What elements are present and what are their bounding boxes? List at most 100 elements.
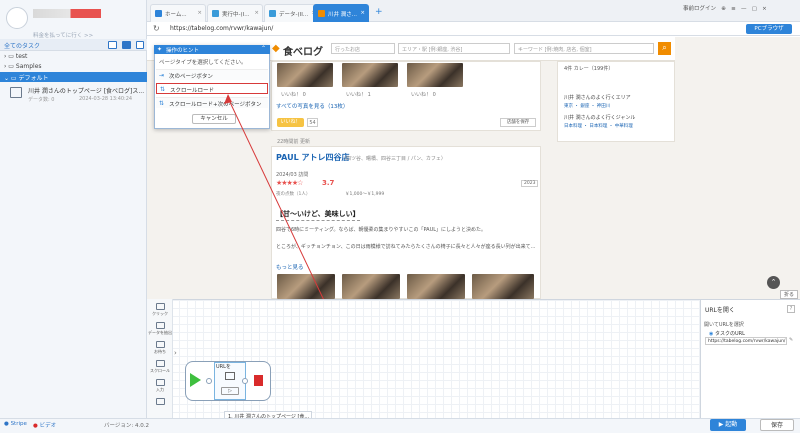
wait-icon [155, 341, 165, 348]
frequent-area-links[interactable]: 東京 ・ 銀座 ・ 神田川 [564, 103, 610, 109]
hint-description: ページタイプを選択してください。 [159, 60, 247, 66]
save-store-button[interactable]: 店舗を保存 [500, 118, 536, 127]
scroll-icon [155, 360, 165, 367]
export-icon[interactable] [136, 41, 144, 49]
collapse-toolbar-icon[interactable]: › [174, 349, 177, 357]
settings-title: URLを開く [705, 307, 735, 314]
tree-item-label: test [15, 53, 28, 60]
tab-label: データ-(II... [279, 12, 309, 18]
frequent-genre-links[interactable]: 日本料理 ・ 日本料理 ・ 中華料理 [564, 123, 633, 129]
tab-running[interactable]: 実行中-(I... × [207, 4, 263, 22]
tabelog-logo[interactable]: 食べログ [283, 43, 323, 58]
new-task-icon[interactable] [108, 41, 117, 49]
next-page-icon: ⇥ [159, 72, 165, 79]
pre-login-label: 事前ログイン [683, 6, 717, 12]
tab-data[interactable]: データ-(II...× [264, 4, 320, 22]
avatar[interactable] [6, 7, 28, 29]
area-search-input[interactable]: エリア・駅 [例:銀座, 渋谷] [398, 43, 510, 54]
review-photo[interactable] [342, 63, 398, 87]
lightbulb-icon: ✦ [157, 46, 163, 53]
more-icon [155, 398, 165, 405]
node-label: URLを [216, 364, 231, 370]
version-label: バージョン: 4.0.2 [104, 423, 149, 429]
tool-wait[interactable]: お待ち [148, 341, 172, 355]
tab-label: 実行中-(I... [222, 12, 250, 18]
all-tasks-label[interactable]: 全てのタスク [4, 41, 40, 50]
upgrade-link[interactable]: 料金を払ってに行く >> [33, 31, 93, 39]
url-select-label: 開いてURLを選択 [704, 322, 744, 328]
review-photo[interactable] [407, 274, 465, 299]
end-node-icon[interactable] [254, 375, 263, 386]
option-label: 次のページボタン [169, 74, 213, 80]
edit-icon[interactable]: ✎ [789, 337, 793, 343]
close-icon[interactable]: × [254, 10, 259, 16]
pre-login-button[interactable]: 事前ログイン ⊕ ≡ — ▢ × [683, 4, 767, 12]
reviewer-side-panel [557, 61, 675, 142]
scroll-icon: ⇅ [160, 86, 166, 93]
pc-browser-dropdown[interactable]: PCブラウザ [746, 24, 792, 34]
scroll-top-icon[interactable]: ⌃ [767, 276, 780, 289]
review-photo[interactable] [407, 63, 463, 87]
frequent-area-title: 川井 潤さんのよく行くエリア [564, 95, 631, 101]
tool-label: お待ち [154, 349, 166, 354]
keyword-search-input[interactable]: キーワード [例:焼肉, 店名, 個室] [514, 43, 654, 54]
price-range: ￥1,000～￥1,999 [345, 192, 385, 197]
tool-label: クリック [152, 311, 168, 316]
tab-kawajun[interactable]: 川井 潤さ... × [313, 4, 369, 22]
start-node-icon[interactable] [190, 373, 201, 387]
task-date: 2024-03-28 13:40:24 [79, 96, 133, 102]
option-next-page-button[interactable]: ⇥ 次のページボタン [156, 69, 268, 80]
task-data-count: データ数: 0 [28, 97, 55, 103]
run-button[interactable]: ▶ 起動 [710, 419, 746, 431]
tool-extract-data[interactable]: データを抽出 [148, 322, 172, 336]
help-icon[interactable]: ? [787, 305, 795, 313]
visited-shops-select[interactable]: 行ったお店 [331, 43, 395, 54]
browser-icon [225, 372, 235, 380]
home-icon [155, 10, 162, 17]
tool-more[interactable] [148, 398, 172, 406]
close-icon[interactable]: × [197, 10, 202, 16]
year-badge: 2023 [521, 180, 539, 187]
tool-click[interactable]: クリック [148, 303, 172, 317]
connector-icon [206, 378, 212, 384]
new-tab-button[interactable]: + [375, 7, 383, 17]
collapse-icon[interactable]: ⌃ [261, 45, 266, 52]
side-category-count[interactable]: 4件 カレー（199件） [564, 65, 613, 72]
node-settings-panel [700, 299, 800, 418]
import-icon[interactable] [122, 41, 131, 49]
tabelog-logo-icon: ◆ [272, 43, 280, 54]
tree-item-test[interactable]: › ▭ test [4, 53, 27, 60]
task-icon [10, 87, 22, 98]
task-url-field[interactable]: https://tabelog.com/rvwr/kawajun/ [705, 337, 787, 345]
photo-likes[interactable]: いいね！ 0 [411, 91, 436, 98]
video-link[interactable]: ● ビデオ [33, 421, 56, 429]
task-title[interactable]: 川井 潤さんのトップページ [食べログ]ス... [28, 86, 144, 95]
frequent-genre-title: 川井 潤さんのよく行くジャンル [564, 115, 636, 121]
tree-item-samples[interactable]: › ▭ Samples [4, 63, 42, 70]
tool-label: スクロール [150, 368, 170, 373]
task-url-radio[interactable]: ◉ タスクのURL [709, 330, 745, 337]
reload-icon[interactable]: ↻ [153, 24, 160, 33]
tree-item-label: デフォルト [18, 75, 49, 82]
review-photo[interactable] [472, 274, 534, 299]
fold-button[interactable]: 折る [780, 290, 798, 299]
extract-icon [155, 322, 165, 329]
scroll-next-icon: ⇅ [159, 100, 165, 107]
tab-home[interactable]: ホーム... × [150, 4, 206, 22]
video-label: ビデオ [39, 423, 57, 429]
tool-input[interactable]: 入力 [148, 379, 172, 393]
tool-scroll[interactable]: スクロール [148, 360, 172, 374]
review-photo[interactable] [277, 63, 333, 87]
tree-item-default[interactable]: ⌄ ▭ デフォルト [4, 73, 49, 82]
play-node-button[interactable]: ▷ [221, 387, 239, 395]
stripe-link[interactable]: ● Stripe [4, 421, 27, 427]
save-button[interactable]: 保存 [760, 419, 794, 431]
data-icon [269, 10, 276, 17]
search-icon[interactable]: ⌕ [658, 42, 671, 55]
url-field[interactable]: https://tabelog.com/rvwr/kawajun/ [170, 25, 273, 32]
stripe-icon: ● [4, 421, 9, 427]
close-icon[interactable]: × [360, 10, 365, 16]
tab-label: 川井 潤さ... [328, 12, 357, 18]
review-photo[interactable] [342, 274, 400, 299]
tree-item-label: Samples [15, 63, 42, 70]
